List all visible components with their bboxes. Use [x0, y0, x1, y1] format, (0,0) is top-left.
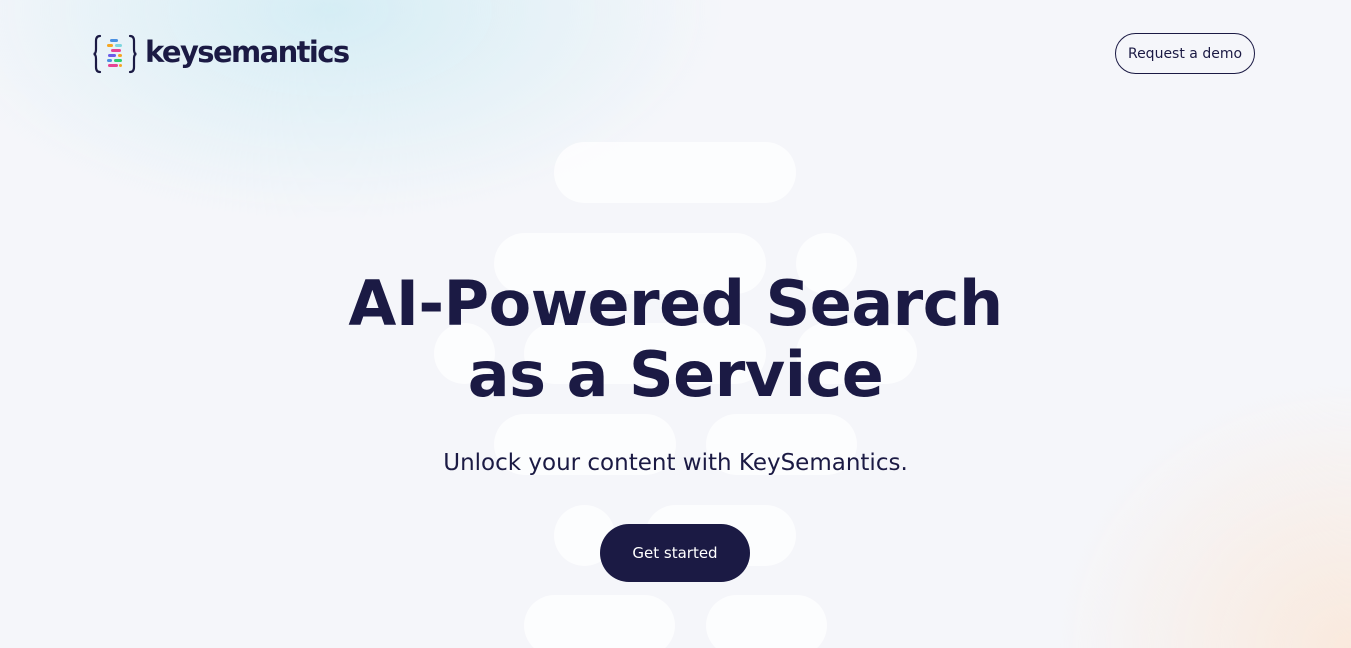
decorative-pill: [706, 595, 827, 648]
hero-title: AI-Powered Search as a Service: [0, 268, 1351, 410]
get-started-button[interactable]: Get started: [600, 524, 750, 582]
hero-subtitle: Unlock your content with KeySemantics.: [443, 450, 908, 476]
decorative-pill: [554, 142, 796, 203]
hero-title-line-2: as a Service: [467, 338, 884, 411]
brand-name: keysemantics: [145, 34, 350, 69]
hero-title-line-1: AI-Powered Search: [348, 267, 1003, 340]
decorative-pill: [524, 595, 675, 648]
brand-logo-link[interactable]: keysemantics: [93, 34, 350, 74]
keysemantics-logo-icon: [93, 34, 137, 74]
site-header: keysemantics Request a demo: [0, 0, 1351, 110]
request-demo-button[interactable]: Request a demo: [1115, 33, 1255, 74]
